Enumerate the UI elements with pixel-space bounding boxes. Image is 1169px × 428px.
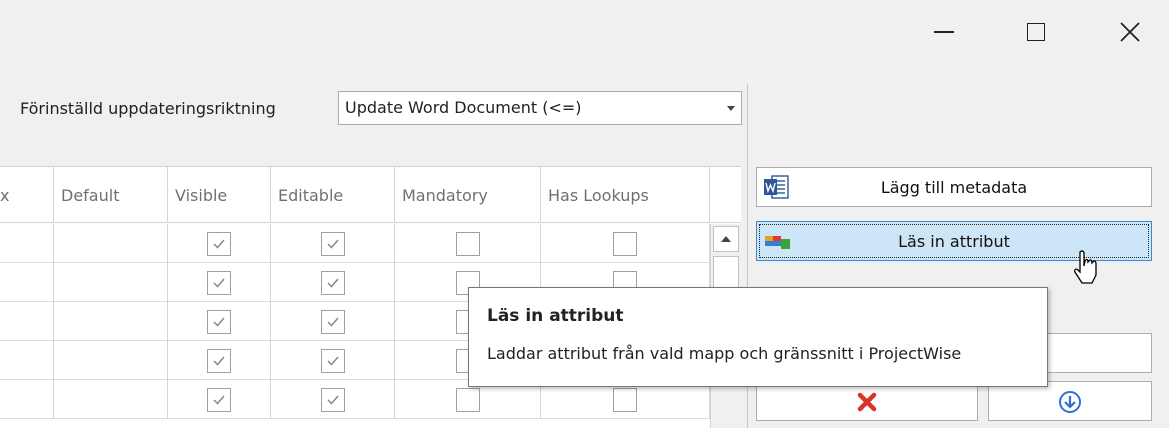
checkmark-icon [326, 356, 339, 366]
cell-editable [271, 380, 395, 419]
mouse-pointer-icon [1074, 250, 1097, 284]
editable-checkbox[interactable] [320, 231, 345, 256]
cell-editable [271, 224, 395, 263]
column-header-visible[interactable]: Visible [168, 167, 271, 223]
table-row[interactable] [0, 224, 710, 263]
mandatory-checkbox[interactable] [455, 231, 480, 256]
editable-checkbox[interactable] [320, 387, 345, 412]
arrow-down-circle-icon [1059, 391, 1081, 413]
tooltip-title: Läs in attribut [487, 306, 624, 326]
tooltip-description: Laddar attribut från vald mapp och gräns… [487, 344, 962, 363]
cell-mandatory [395, 224, 541, 263]
checkmark-icon [213, 278, 225, 288]
visible-checkbox[interactable] [207, 270, 231, 295]
column-header-editable[interactable]: Editable [271, 167, 395, 223]
cell-default[interactable] [54, 302, 168, 341]
maximize-icon [1027, 23, 1045, 41]
cell-key[interactable] [0, 263, 54, 302]
minimize-button[interactable] [918, 8, 970, 56]
cell-key[interactable] [0, 341, 54, 380]
tooltip: Läs in attribut Laddar attribut från val… [468, 287, 1048, 387]
cell-key[interactable] [0, 380, 54, 419]
cell-key[interactable] [0, 224, 54, 263]
direction-select-value: Update Word Document (<=) [345, 98, 582, 117]
close-icon [1120, 22, 1140, 42]
cell-editable [271, 263, 395, 302]
close-button[interactable] [1104, 8, 1156, 56]
checkmark-icon [326, 278, 339, 288]
checkmark-icon [213, 239, 225, 249]
maximize-button[interactable] [1010, 8, 1062, 56]
column-header-has-lookups[interactable]: Has Lookups [541, 167, 710, 223]
cell-default[interactable] [54, 224, 168, 263]
column-header-default[interactable]: Default [54, 167, 168, 223]
column-header-mandatory[interactable]: Mandatory [395, 167, 541, 223]
direction-label: Förinställd uppdateringsriktning [20, 99, 276, 118]
editable-checkbox[interactable] [320, 309, 345, 334]
editable-checkbox[interactable] [320, 348, 345, 373]
cell-default[interactable] [54, 263, 168, 302]
arrow-up-icon [721, 236, 731, 242]
cell-key[interactable] [0, 302, 54, 341]
delete-icon [857, 392, 877, 412]
grid-header: x Default Visible Editable Mandatory Has… [0, 167, 741, 223]
column-header-filler [710, 167, 741, 223]
mandatory-checkbox[interactable] [455, 387, 480, 412]
add-metadata-label: Lägg till metadata [880, 177, 1028, 197]
direction-select[interactable]: Update Word Document (<=) [338, 91, 742, 125]
move-down-button[interactable] [988, 381, 1152, 421]
checkmark-icon [326, 317, 339, 327]
has-lookups-checkbox[interactable] [613, 387, 637, 412]
cell-visible [168, 302, 271, 341]
visible-checkbox[interactable] [207, 309, 231, 334]
has-lookups-checkbox[interactable] [613, 231, 637, 256]
editable-checkbox[interactable] [320, 270, 345, 295]
visible-checkbox[interactable] [207, 387, 231, 412]
cell-default[interactable] [54, 341, 168, 380]
delete-button[interactable] [756, 381, 978, 421]
cell-visible [168, 341, 271, 380]
scroll-up-button[interactable] [713, 226, 739, 252]
cell-visible [168, 380, 271, 419]
cell-visible [168, 263, 271, 302]
checkmark-icon [326, 239, 339, 249]
add-metadata-button[interactable]: Lägg till metadata [756, 167, 1152, 207]
visible-checkbox[interactable] [207, 348, 231, 373]
checkmark-icon [213, 395, 225, 405]
checkmark-icon [213, 356, 225, 366]
cell-visible [168, 224, 271, 263]
cell-default[interactable] [54, 380, 168, 419]
cell-editable [271, 302, 395, 341]
chevron-down-icon [727, 106, 735, 111]
checkmark-icon [213, 317, 225, 327]
minimize-icon [934, 31, 954, 33]
cell-has-lookups [541, 224, 710, 263]
column-header[interactable]: x [0, 167, 54, 223]
checkmark-icon [326, 395, 339, 405]
cell-editable [271, 341, 395, 380]
visible-checkbox[interactable] [207, 231, 231, 256]
